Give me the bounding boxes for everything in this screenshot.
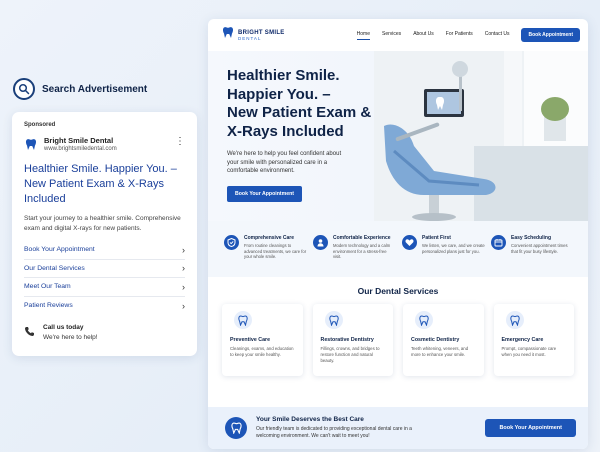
search-icon [13,78,35,100]
advertiser-name[interactable]: Bright Smile Dental [44,136,117,145]
feature-title: Easy Scheduling [511,235,552,241]
dental-office-image [374,51,588,221]
search-ad-card: Sponsored Bright Smile Dental www.bright… [12,112,197,356]
hero-title-line: Healthier Smile. [227,67,340,84]
service-desc: Cleanings, exams, and education to keep … [230,346,294,357]
nav-patients[interactable]: For Patients [446,31,473,40]
feature-item: Comfortable Experience Modern technology … [313,235,396,277]
nav-services[interactable]: Services [382,31,401,40]
sitelink-book-appointment[interactable]: Book Your Appointment › [24,241,185,260]
tooth-icon [324,311,343,329]
book-appointment-button[interactable]: Book Appointment [521,28,580,42]
sitelink-label: Our Dental Services [24,264,85,272]
sitelink-services[interactable]: Our Dental Services › [24,260,185,278]
footer-cta-desc: Our friendly team is dedicated to provid… [256,426,412,439]
footer-book-button[interactable]: Book Your Appointment [485,419,576,437]
footer-cta: Your Smile Deserves the Best Care Our fr… [208,407,588,449]
brand-name: BRIGHT SMILE [238,29,285,36]
hero-title-line: New Patient Exam & [227,104,372,121]
sitelinks: Book Your Appointment › Our Dental Servic… [24,241,185,315]
service-card[interactable]: Restorative Dentistry Fillings, crowns, … [312,304,393,376]
tooth-logo-icon [24,138,37,151]
service-title: Emergency Care [501,337,544,343]
ad-headline[interactable]: Healthier Smile. Happier You. – New Pati… [24,162,185,207]
advertiser-row: Bright Smile Dental www.brightsmiledenta… [24,136,185,152]
heart-icon [402,235,417,250]
feature-title: Comfortable Experience [333,235,391,241]
tooth-icon [234,311,252,329]
nav-contact[interactable]: Contact Us [485,31,510,40]
search-ad-heading: Search Advertisement [42,83,148,95]
service-title: Cosmetic Dentistry [411,337,460,343]
sitelink-reviews[interactable]: Patient Reviews › [24,297,185,316]
feature-item: Comprehensive Care From routine cleanings… [224,235,307,277]
chevron-right-icon: › [182,244,185,255]
person-icon [313,235,328,250]
feature-title: Comprehensive Care [244,235,295,241]
sponsored-label: Sponsored [24,122,56,128]
chevron-right-icon: › [182,281,185,292]
more-options-icon[interactable]: ⋮ [175,137,185,147]
service-card[interactable]: Emergency Care Prompt, compassionate car… [493,304,574,376]
service-title: Preventive Care [230,337,271,343]
call-title: Call us today [43,324,84,331]
site-brand[interactable]: BRIGHT SMILE DENTAL [222,26,285,44]
services-title: Our Dental Services [357,286,439,296]
features-row: Comprehensive Care From routine cleanings… [208,221,588,277]
footer-cta-title: Your Smile Deserves the Best Care [256,416,364,423]
chevron-right-icon: › [182,300,185,311]
tooth-icon [225,417,247,439]
hero-title-line: Happier You. – [227,85,331,103]
service-title: Restorative Dentistry [320,337,374,343]
sitelink-label: Patient Reviews [24,302,73,310]
search-ad-header: Search Advertisement [13,78,147,100]
advertiser-url[interactable]: www.brightsmiledental.com [44,146,117,152]
chevron-right-icon: › [182,263,185,274]
brand-tag: DENTAL [238,35,262,41]
hero-section: Healthier Smile. Happier You. – New Pati… [208,51,588,221]
feature-title: Patient First [422,235,451,241]
sitelink-team[interactable]: Meet Our Team › [24,278,185,297]
service-desc: Prompt, compassionate care when you need… [501,346,557,357]
hero-title-line: X-Rays Included [227,122,344,140]
hero-subtitle: We're here to help you feel confident ab… [227,151,342,174]
tooth-logo-icon [222,26,234,44]
hero-text: Healthier Smile. Happier You. – New Pati… [227,67,387,202]
calendar-icon [491,235,506,250]
feature-item: Patient First We listen, we care, and we … [402,235,485,277]
feature-desc: Modern technology and a calm environment… [333,243,391,260]
feature-item: Easy Scheduling Convenient appointment ti… [491,235,574,277]
nav-about[interactable]: About Us [413,31,434,40]
shield-icon [224,235,239,250]
nav-links: Home Services About Us For Patients Cont… [356,31,510,40]
tooth-icon [505,311,524,329]
sitelink-label: Book Your Appointment [24,246,95,254]
ad-description: Start your journey to a healthier smile.… [24,215,181,232]
service-card[interactable]: Cosmetic Dentistry Teeth whitening, vene… [403,304,484,376]
call-extension[interactable]: Call us today We're here to help! [24,324,185,342]
feature-desc: From routine cleanings to advanced treat… [244,243,307,260]
feature-desc: Convenient appointment times that fit yo… [511,243,568,254]
feature-desc: We listen, we care, and we create person… [422,243,485,254]
site-navbar: BRIGHT SMILE DENTAL Home Services About … [208,19,588,51]
service-desc: Fillings, crowns, and bridges to restore… [320,346,380,363]
website-preview: BRIGHT SMILE DENTAL Home Services About … [208,19,588,449]
service-card[interactable]: Preventive Care Cleanings, exams, and ed… [222,304,303,376]
sitelink-label: Meet Our Team [24,283,71,291]
service-desc: Teeth whitening, veneers, and more to en… [411,346,469,357]
nav-home[interactable]: Home [356,31,370,40]
call-subtitle: We're here to help! [43,334,98,341]
hero-book-button[interactable]: Book Your Appointment [227,185,302,202]
tooth-icon [415,311,433,329]
footer-cta-text: Your Smile Deserves the Best Care Our fr… [256,416,426,440]
phone-icon [24,324,35,342]
services-grid: Preventive Care Cleanings, exams, and ed… [208,304,588,376]
hero-title: Healthier Smile. Happier You. – New Pati… [227,67,387,141]
